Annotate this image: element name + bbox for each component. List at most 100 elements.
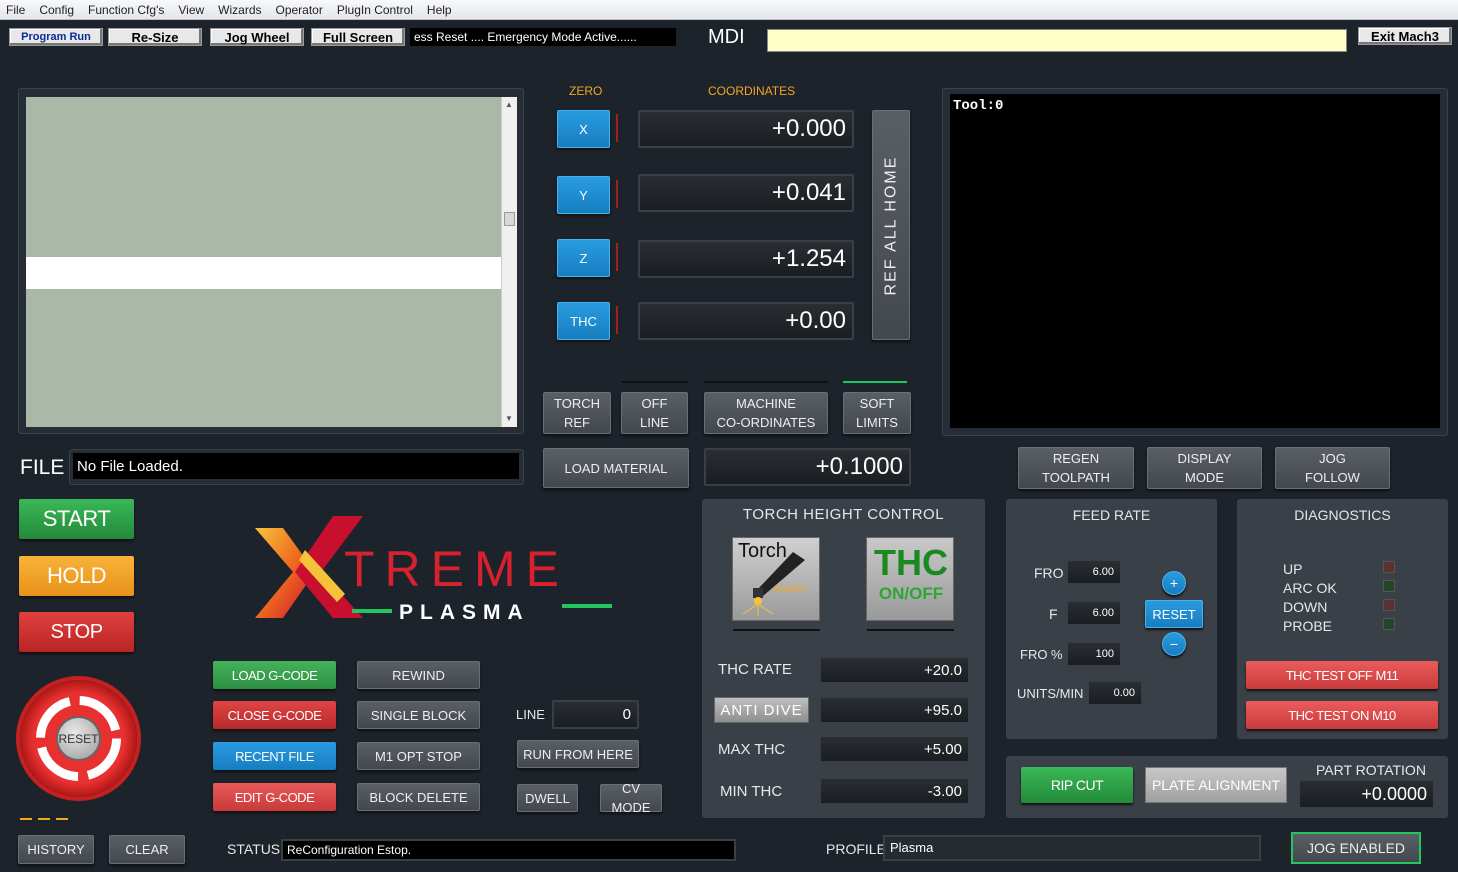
thc-dro[interactable]: +0.00 [638,302,854,340]
machine-coords-button[interactable]: MACHINE CO-ORDINATES [704,392,828,434]
soft-limits-button[interactable]: SOFT LIMITS [843,392,911,434]
fro-percent-dro[interactable]: 100 [1066,641,1122,667]
part-rotation-dro[interactable]: +0.0000 [1298,779,1435,809]
menu-operator[interactable]: Operator [276,3,323,17]
x-dro[interactable]: +0.000 [638,110,854,148]
scroll-up-icon[interactable]: ▲ [505,100,513,109]
material-dro[interactable]: +0.1000 [704,448,911,486]
reset-button[interactable]: RESET [20,680,137,797]
thc-onoff-button[interactable]: THC ON/OFF [866,537,954,621]
scroll-down-icon[interactable]: ▼ [505,414,513,423]
profile-field[interactable]: Plasma [883,835,1261,861]
edit-gcode-button[interactable]: EDIT G-CODE [213,783,336,811]
part-rotation-label: PART ROTATION [1316,762,1426,778]
max-thc-dro[interactable]: +5.00 [819,735,970,763]
gcode-current-line [26,257,501,289]
torch-icon [742,552,805,616]
f-label: F [1049,606,1058,622]
jog-follow-button[interactable]: JOG FOLLOW [1275,447,1390,489]
load-material-button[interactable]: LOAD MATERIAL [543,448,689,488]
thc-text: THC [874,542,948,583]
dwell-button[interactable]: DWELL [517,784,578,812]
stop-button[interactable]: STOP [19,612,134,652]
exit-button[interactable]: Exit Mach3 [1358,27,1452,45]
logo-stripe-right [562,604,612,608]
torch-led [733,629,820,631]
torch-ref-button[interactable]: TORCH REF [543,392,611,434]
thc-test-on-button[interactable]: THC TEST ON M10 [1246,701,1438,729]
diag-up-label: UP [1283,561,1303,577]
history-button[interactable]: HISTORY [18,835,94,864]
full-screen-tab[interactable]: Full Screen [311,28,405,46]
regen-toolpath-button[interactable]: REGEN TOOLPATH [1018,447,1134,489]
thc-rate-dro[interactable]: +20.0 [819,656,970,684]
diag-down-led [1383,599,1395,611]
hold-button[interactable]: HOLD [19,556,134,596]
recent-file-button[interactable]: RECENT FILE [213,742,336,770]
program-run-tab[interactable]: Program Run [9,28,103,46]
status-label: STATUS [227,841,281,857]
menu-function-cfgs[interactable]: Function Cfg's [88,3,164,17]
ref-all-home-button[interactable]: REF ALL HOME [872,110,910,340]
coordinates-header: COORDINATES [708,84,796,98]
y-dro[interactable]: +0.041 [638,174,854,212]
close-gcode-button[interactable]: CLOSE G-CODE [213,701,336,729]
toolpath-display[interactable]: Tool:0 [950,94,1440,428]
feed-reset-button[interactable]: RESET [1145,600,1203,628]
z-dro[interactable]: +1.254 [638,240,854,278]
zero-y-button[interactable]: Y [557,176,610,214]
jog-enabled-button[interactable]: JOG ENABLED [1291,832,1421,864]
anti-dive-dro[interactable]: +95.0 [819,696,970,724]
menu-config[interactable]: Config [39,3,74,17]
load-gcode-button[interactable]: LOAD G-CODE [213,661,336,689]
thc-test-off-button[interactable]: THC TEST OFF M11 [1246,661,1438,689]
fro-dro[interactable]: 6.00 [1066,559,1122,585]
led-dash [20,818,32,820]
anti-dive-button[interactable]: ANTI DIVE [714,697,809,723]
thc-title: TORCH HEIGHT CONTROL [742,506,945,523]
block-delete-button[interactable]: BLOCK DELETE [357,783,480,811]
machine-coords-led [704,381,828,383]
resize-tab[interactable]: Re-Size [108,28,202,46]
menu-file[interactable]: File [6,3,25,17]
mdi-input[interactable] [767,29,1347,52]
status-field: ReConfiguration Estop. [281,839,736,861]
zero-x-button[interactable]: X [557,110,610,148]
m1-opt-stop-button[interactable]: M1 OPT STOP [357,742,480,770]
profile-label: PROFILE [826,841,886,857]
torch-onoff-button[interactable]: Torch ON/OFF [732,537,820,621]
f-dro[interactable]: 6.00 [1066,600,1122,626]
plate-alignment-button[interactable]: PLATE ALIGNMENT [1145,767,1287,803]
zero-header: ZERO [569,84,603,98]
line-dro[interactable]: 0 [552,700,639,729]
start-button[interactable]: START [19,499,134,539]
min-thc-dro[interactable]: -3.00 [819,777,970,805]
clear-button[interactable]: CLEAR [109,835,185,864]
jog-wheel-tab[interactable]: Jog Wheel [210,28,304,46]
menu-view[interactable]: View [178,3,204,17]
zero-thc-button[interactable]: THC [557,302,610,340]
run-from-here-button[interactable]: RUN FROM HERE [517,740,639,768]
offline-button[interactable]: OFF LINE [621,392,688,434]
feed-plus-button[interactable]: + [1162,571,1186,595]
units-min-dro[interactable]: 0.00 [1087,680,1143,706]
line-label: LINE [516,707,545,722]
rip-cut-button[interactable]: RIP CUT [1021,767,1133,803]
feed-minus-button[interactable]: − [1162,632,1186,656]
menu-plugin-control[interactable]: PlugIn Control [337,3,413,17]
diag-probe-led [1383,618,1395,630]
torch-sub: ON/OFF [773,584,807,594]
fro-percent-label: FRO % [1020,647,1063,662]
cv-mode-button[interactable]: CV MODE [600,781,662,815]
file-name-field: No File Loaded. [73,453,519,479]
zero-z-button[interactable]: Z [557,239,610,277]
single-block-button[interactable]: SINGLE BLOCK [357,701,480,729]
gcode-scrollbar[interactable] [501,97,517,427]
display-mode-button[interactable]: DISPLAY MODE [1147,447,1262,489]
rewind-button[interactable]: REWIND [357,661,480,689]
scrollbar-thumb[interactable] [504,212,515,226]
thc-led [867,629,954,631]
menu-wizards[interactable]: Wizards [218,3,261,17]
menu-help[interactable]: Help [427,3,452,17]
offline-led [622,381,688,383]
